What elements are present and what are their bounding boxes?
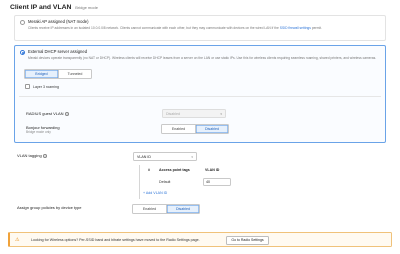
nat-mode-title: Meraki AP assigned (NAT mode) xyxy=(28,19,89,24)
bonjour-forwarding-sublabel: Bridge mode only xyxy=(26,130,51,134)
vlan-tagging-label: VLAN tagging i xyxy=(17,153,47,158)
layer3-roaming-label: Layer 3 roaming xyxy=(33,84,59,89)
add-vlan-id-link[interactable]: + Add VLAN ID xyxy=(143,191,167,195)
section-header: Client IP and VLAN Bridge mode xyxy=(10,4,98,11)
nat-mode-desc-text: Clients receive IP addresses in an isola… xyxy=(28,26,279,30)
vlan-id-input[interactable]: 40 xyxy=(203,178,231,186)
external-dhcp-radio[interactable] xyxy=(20,50,25,55)
nat-mode-radio[interactable] xyxy=(20,20,25,25)
group-policies-toggle[interactable]: Enabled Disabled xyxy=(132,204,200,214)
page-subtitle: Bridge mode xyxy=(75,5,98,10)
tunneled-button[interactable]: Tunneled xyxy=(57,70,91,78)
vlan-table: # Access point tags VLAN ID Default 40 xyxy=(139,165,357,199)
vlan-tagging-value: VLAN ID xyxy=(137,154,151,159)
vlan-row-tags: Default xyxy=(159,180,171,184)
warning-icon: ⚠ xyxy=(15,237,20,243)
radius-guest-vlan-text: RADIUS guest VLAN xyxy=(26,111,64,116)
ssid-firewall-link[interactable]: SSID firewall settings xyxy=(280,26,311,30)
option-nat-mode[interactable]: Meraki AP assigned (NAT mode) Clients re… xyxy=(14,15,386,41)
banner-message: Looking for Wireless options? Per-SSID b… xyxy=(31,238,200,242)
chevron-down-icon: ▾ xyxy=(220,111,222,116)
chevron-down-icon: ▾ xyxy=(191,154,193,159)
vlan-table-header-tags: Access point tags xyxy=(159,168,190,172)
vlan-tagging-text: VLAN tagging xyxy=(17,153,42,158)
page-title: Client IP and VLAN xyxy=(10,4,72,11)
layer3-roaming-checkbox[interactable] xyxy=(25,84,30,89)
radio-settings-banner: ⚠ Looking for Wireless options? Per-SSID… xyxy=(8,232,392,247)
group-policies-label: Assign group policies by device type xyxy=(17,205,82,210)
nat-mode-description: Clients receive IP addresses in an isola… xyxy=(28,26,380,31)
radius-guest-vlan-value: Disabled xyxy=(166,111,180,116)
info-icon: i xyxy=(43,154,47,159)
external-dhcp-title: External DHCP server assigned xyxy=(28,49,88,54)
vlan-table-header-vlan-id: VLAN ID xyxy=(205,168,220,172)
radius-guest-vlan-label: RADIUS guest VLAN i xyxy=(26,111,69,116)
info-icon: i xyxy=(65,112,69,117)
vlan-tagging-select[interactable]: VLAN ID ▾ xyxy=(133,152,197,161)
bonjour-disabled-button[interactable]: Disabled xyxy=(194,125,228,133)
group-policies-disabled-button[interactable]: Disabled xyxy=(165,205,199,213)
radius-guest-vlan-select[interactable]: Disabled ▾ xyxy=(162,109,226,118)
bonjour-enabled-button[interactable]: Enabled xyxy=(162,125,195,133)
bonjour-forwarding-toggle[interactable]: Enabled Disabled xyxy=(161,124,229,134)
nat-mode-desc-end: permit. xyxy=(311,26,322,30)
mode-toggle[interactable]: Bridged Tunneled xyxy=(24,69,92,79)
go-to-radio-settings-button[interactable]: Go to Radio Settings xyxy=(226,235,269,245)
divider xyxy=(19,96,381,97)
vlan-table-header-index: # xyxy=(148,168,150,172)
external-dhcp-description: Meraki devices operate transparently (no… xyxy=(28,56,377,60)
bridged-button[interactable]: Bridged xyxy=(25,70,58,78)
group-policies-enabled-button[interactable]: Enabled xyxy=(133,205,166,213)
